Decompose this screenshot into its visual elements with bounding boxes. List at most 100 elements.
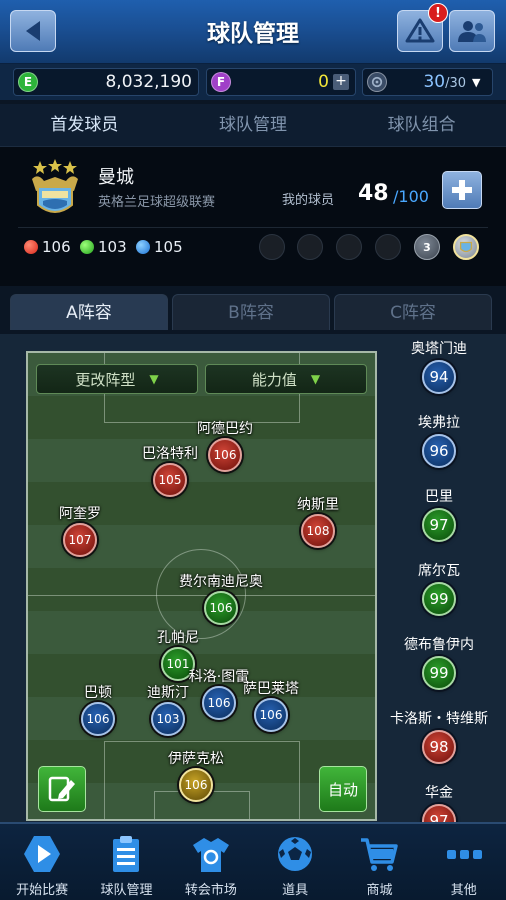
ability-dropdown[interactable]: 能力值 ▼	[205, 364, 367, 394]
substitute-player[interactable]: 德布鲁伊内 99	[382, 630, 502, 704]
green-dot-icon	[80, 240, 94, 254]
sub-name: 巴里	[425, 489, 453, 505]
nav-label: 商城	[366, 883, 393, 898]
crest-badge-icon[interactable]	[453, 234, 479, 260]
sub-rating: 99	[422, 656, 456, 690]
my-players-count: 48	[358, 181, 389, 206]
auto-label: 自动	[327, 780, 358, 799]
player-rating: 106	[254, 698, 288, 732]
nav-label: 道具	[282, 883, 309, 898]
buy-f-button[interactable]: +	[333, 74, 349, 90]
tab-team-management[interactable]: 球队管理	[169, 104, 338, 146]
league-name: 英格兰足球超级联赛	[98, 195, 216, 210]
tab-starters[interactable]: 首发球员	[0, 104, 169, 146]
f-coin-icon: F	[211, 72, 231, 92]
f-currency: F 0 +	[206, 68, 356, 96]
tab-lineup-c[interactable]: C阵容	[334, 294, 492, 330]
team-card: 曼城 英格兰足球超级联赛 我的球员 48 /100 106 103 105 3	[0, 146, 506, 286]
capacity-box[interactable]: 30/30 ▼	[362, 68, 493, 96]
player-name: 阿德巴约	[197, 421, 253, 437]
sub-name: 埃弗拉	[418, 415, 460, 431]
substitutes-list: 奥塔门迪 94 埃弗拉 96 巴里 97 席尔瓦 99 德布鲁伊内 99 卡洛斯・特维斯 9…	[382, 334, 502, 822]
substitute-player[interactable]: 埃弗拉 96	[382, 408, 502, 482]
jersey-icon	[192, 838, 229, 872]
back-button[interactable]	[10, 10, 56, 52]
player-rating: 108	[301, 514, 335, 548]
player-name: 伊萨克松	[168, 751, 224, 767]
page-title: 球队管理	[207, 21, 299, 47]
team-badge-icon[interactable]: 3	[414, 234, 440, 260]
player-rating: 106	[179, 768, 213, 802]
nav-label: 其他	[450, 883, 477, 898]
pitch-player[interactable]: 阿奎罗 107	[28, 503, 140, 573]
ability-label: 能力值	[251, 370, 297, 389]
play-icon	[24, 836, 61, 872]
tab-lineup-b[interactable]: B阵容	[172, 294, 330, 330]
alert-badge: !	[428, 3, 448, 23]
alert-button[interactable]: !	[397, 3, 448, 52]
pitch-player[interactable]: 纳斯里 108	[258, 494, 375, 564]
more-icon	[446, 850, 482, 859]
tab-team-combination[interactable]: 球队组合	[337, 104, 506, 146]
sub-name: 卡洛斯・特维斯	[390, 711, 488, 727]
nav-transfer-market[interactable]: 转会市场	[169, 824, 253, 900]
back-arrow-icon	[26, 21, 40, 41]
substitute-player[interactable]: 华金 97	[382, 778, 502, 822]
sub-rating: 97	[422, 508, 456, 542]
edit-lineup-button[interactable]	[38, 766, 86, 812]
sub-name: 德布鲁伊内	[404, 637, 474, 653]
substitute-player[interactable]: 席尔瓦 99	[382, 556, 502, 630]
pitch: 更改阵型 ▼ 能力值 ▼ 阿德巴约 106 巴洛特利 105 阿奎罗 107 纳斯里 108…	[26, 351, 377, 821]
pitch-player[interactable]: 萨巴莱塔 106	[211, 678, 331, 748]
sub-rating: 99	[422, 582, 456, 616]
users-icon	[458, 21, 486, 42]
chevron-down-icon: ▼	[310, 372, 321, 386]
red-dot-icon	[24, 240, 38, 254]
empty-slot[interactable]	[297, 234, 323, 260]
sub-rating: 96	[422, 434, 456, 468]
plus-icon	[452, 180, 472, 200]
formation-label: 更改阵型	[75, 370, 136, 389]
profile-button[interactable]	[449, 10, 495, 52]
e-value: 8,032,190	[105, 72, 192, 92]
midfield-value: 103	[98, 238, 127, 256]
substitute-player[interactable]: 奥塔门迪 94	[382, 334, 502, 408]
clipboard-icon	[113, 836, 140, 872]
soccer-ball-icon	[278, 837, 313, 871]
nav-label: 转会市场	[184, 883, 237, 898]
my-players-max: /100	[393, 187, 429, 206]
nav-shop[interactable]: 商城	[337, 824, 421, 900]
capacity-max: /30	[445, 76, 466, 91]
substitute-player[interactable]: 巴里 97	[382, 482, 502, 556]
edit-icon	[48, 776, 75, 802]
formation-dropdown[interactable]: 更改阵型 ▼	[36, 364, 198, 394]
player-name: 巴洛特利	[142, 446, 198, 462]
add-player-button[interactable]	[442, 171, 482, 209]
empty-slot[interactable]	[375, 234, 401, 260]
tab-lineup-a[interactable]: A阵容	[10, 294, 168, 330]
sub-rating: 98	[422, 730, 456, 764]
attack-stat: 106	[24, 238, 71, 256]
nav-start-match[interactable]: 开始比赛	[0, 824, 84, 900]
nav-items[interactable]: 道具	[253, 824, 337, 900]
defense-value: 105	[154, 238, 183, 256]
sub-name: 华金	[425, 785, 453, 801]
empty-slot[interactable]	[336, 234, 362, 260]
sub-rating: 94	[422, 360, 456, 394]
lineup-tabs: A阵容 B阵容 C阵容	[0, 286, 506, 334]
substitute-player[interactable]: 卡洛斯・特维斯 98	[382, 704, 502, 778]
nav-team-management[interactable]: 球队管理	[84, 824, 168, 900]
bottom-nav: 开始比赛 球队管理 转会市场 道具 商城 其他	[0, 822, 506, 900]
player-name: 费尔南迪尼奥	[179, 574, 263, 590]
cart-icon	[361, 838, 399, 871]
auto-lineup-button[interactable]: 自动	[319, 766, 367, 812]
pitch-player[interactable]: 伊萨克松 106	[136, 748, 256, 818]
player-name: 萨巴莱塔	[243, 681, 299, 697]
capacity-value: 30/30	[387, 72, 472, 92]
nav-more[interactable]: 其他	[422, 824, 506, 900]
sub-name: 席尔瓦	[418, 563, 460, 579]
e-currency: E 8,032,190	[13, 68, 199, 96]
empty-slot[interactable]	[259, 234, 285, 260]
defense-stat: 105	[136, 238, 183, 256]
nav-label: 球队管理	[100, 883, 153, 898]
